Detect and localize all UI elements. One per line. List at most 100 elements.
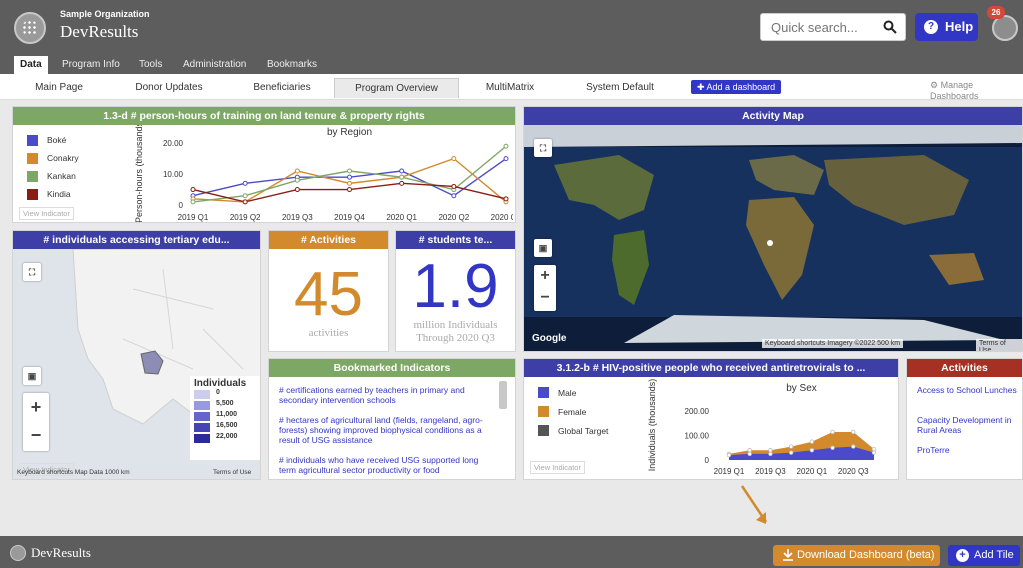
nav-tab-administration[interactable]: Administration bbox=[177, 56, 252, 74]
data-point[interactable] bbox=[294, 187, 300, 193]
scrollbar-thumb[interactable] bbox=[499, 381, 507, 409]
plus-icon: + bbox=[956, 549, 969, 562]
fullscreen-icon[interactable]: ⛶ bbox=[23, 263, 41, 281]
view-indicator-link[interactable]: View Indicator bbox=[530, 461, 585, 474]
bookmark-item[interactable]: # individuals who have received USG supp… bbox=[279, 455, 497, 475]
data-point[interactable] bbox=[399, 174, 405, 180]
dashboard-tab-system-default[interactable]: System Default bbox=[570, 78, 670, 98]
data-point[interactable] bbox=[242, 193, 248, 199]
world-map[interactable] bbox=[524, 125, 1023, 352]
add-dashboard-button[interactable]: ✚ Add a dashboard bbox=[691, 80, 782, 94]
dashboard-tab-multimatrix[interactable]: MultiMatrix bbox=[470, 78, 550, 98]
fullscreen-icon[interactable]: ⛶ bbox=[534, 139, 552, 157]
training-tile-title[interactable]: 1.3-d # person-hours of training on land… bbox=[13, 107, 515, 125]
nav-tab-tools[interactable]: Tools bbox=[133, 56, 168, 74]
data-point[interactable] bbox=[809, 439, 815, 444]
dashboard-tab-program-overview[interactable]: Program Overview bbox=[334, 78, 459, 98]
add-tile-button[interactable]: + Add Tile bbox=[948, 545, 1020, 566]
download-dashboard-button[interactable]: Download Dashboard (beta) bbox=[773, 545, 940, 566]
data-point[interactable] bbox=[768, 451, 773, 457]
data-point[interactable] bbox=[190, 199, 196, 205]
data-point[interactable] bbox=[747, 451, 752, 457]
activities-count-title[interactable]: # Activities bbox=[269, 231, 388, 249]
data-point[interactable] bbox=[242, 199, 248, 205]
map-legend-label: 22,000 bbox=[216, 433, 238, 440]
bookmark-item[interactable]: # certifications earned by teachers in p… bbox=[279, 385, 497, 405]
search-icon[interactable] bbox=[883, 20, 897, 34]
data-point[interactable] bbox=[347, 180, 352, 186]
data-point[interactable] bbox=[788, 444, 794, 449]
help-button[interactable]: ? Help bbox=[915, 13, 978, 41]
data-point[interactable] bbox=[851, 444, 856, 449]
legend-label-global-target[interactable]: Global Target bbox=[558, 426, 608, 436]
notification-badge[interactable]: 26 bbox=[987, 6, 1005, 19]
tertiary-tile-title[interactable]: # individuals accessing tertiary edu... bbox=[13, 231, 260, 249]
data-point[interactable] bbox=[503, 143, 509, 149]
activities-list-title[interactable]: Activities bbox=[907, 359, 1022, 377]
data-point[interactable] bbox=[347, 168, 352, 174]
zoom-in-icon[interactable]: + bbox=[534, 265, 556, 287]
students-title[interactable]: # students te... bbox=[396, 231, 515, 249]
data-point[interactable] bbox=[294, 177, 300, 183]
data-point[interactable] bbox=[871, 450, 877, 455]
training-tile: 1.3-d # person-hours of training on land… bbox=[12, 106, 516, 223]
terms-of-use-link[interactable]: Terms of Use bbox=[976, 339, 1022, 351]
dashboard-tab-donor-updates[interactable]: Donor Updates bbox=[114, 78, 224, 98]
data-point[interactable] bbox=[768, 448, 773, 453]
activity-marker[interactable] bbox=[767, 240, 773, 246]
legend-label-kindia[interactable]: Kindia bbox=[47, 189, 71, 199]
manage-dashboards-link[interactable]: ⚙ Manage Dashboards bbox=[930, 80, 1023, 101]
activity-link[interactable]: Capacity Development in Rural Areas bbox=[917, 415, 1022, 435]
nav-tab-data[interactable]: Data bbox=[14, 56, 48, 74]
data-point[interactable] bbox=[451, 183, 457, 189]
activities-count-caption: activities bbox=[308, 327, 349, 339]
data-point[interactable] bbox=[294, 168, 300, 174]
zoom-out-icon[interactable]: − bbox=[534, 287, 556, 309]
activity-link[interactable]: ProTerre bbox=[917, 445, 1022, 455]
data-point[interactable] bbox=[399, 168, 405, 174]
data-point[interactable] bbox=[830, 445, 835, 450]
zoom-control[interactable]: + − bbox=[23, 393, 49, 451]
data-point[interactable] bbox=[451, 156, 457, 162]
hiv-tile-title[interactable]: 3.1.2-b # HIV-positive people who receiv… bbox=[524, 359, 898, 377]
zoom-out-icon[interactable]: − bbox=[23, 421, 49, 449]
org-logo-icon[interactable] bbox=[14, 12, 46, 44]
data-point[interactable] bbox=[726, 452, 732, 458]
dashboard-tab-main-page[interactable]: Main Page bbox=[14, 78, 104, 98]
data-point[interactable] bbox=[242, 180, 248, 186]
quick-search[interactable] bbox=[760, 13, 906, 41]
data-point[interactable] bbox=[788, 450, 794, 455]
data-point[interactable] bbox=[347, 174, 352, 180]
data-point[interactable] bbox=[190, 187, 196, 193]
data-point[interactable] bbox=[871, 446, 877, 452]
search-input[interactable] bbox=[761, 14, 871, 40]
data-point[interactable] bbox=[503, 156, 509, 162]
legend-label-boke[interactable]: Boké bbox=[47, 135, 66, 145]
activity-link[interactable]: Access to School Lunches bbox=[917, 385, 1022, 395]
bookmarked-title[interactable]: Bookmarked Indicators bbox=[269, 359, 515, 377]
layers-icon[interactable]: ▣ bbox=[23, 367, 41, 385]
data-point[interactable] bbox=[503, 196, 509, 202]
dashboard-tab-beneficiaries[interactable]: Beneficiaries bbox=[232, 78, 332, 98]
zoom-control[interactable]: + − bbox=[534, 265, 556, 311]
legend-label-kankan[interactable]: Kankan bbox=[47, 171, 76, 181]
legend-label-male[interactable]: Male bbox=[558, 388, 576, 398]
data-point[interactable] bbox=[347, 187, 352, 193]
zoom-in-icon[interactable]: + bbox=[23, 393, 49, 421]
data-point[interactable] bbox=[399, 180, 405, 186]
nav-tab-program-info[interactable]: Program Info bbox=[56, 56, 126, 74]
terms-of-use-link[interactable]: Terms of Use bbox=[213, 469, 251, 476]
data-point[interactable] bbox=[747, 448, 752, 453]
activity-map-title[interactable]: Activity Map bbox=[524, 107, 1022, 125]
legend-label-conakry[interactable]: Conakry bbox=[47, 153, 79, 163]
legend-label-female[interactable]: Female bbox=[558, 407, 586, 417]
map-legend-label: 16,500 bbox=[216, 422, 238, 429]
nav-tab-bookmarks[interactable]: Bookmarks bbox=[261, 56, 323, 74]
data-point[interactable] bbox=[830, 429, 835, 435]
data-point[interactable] bbox=[451, 193, 457, 199]
bookmark-item[interactable]: # hectares of agricultural land (fields,… bbox=[279, 415, 497, 445]
layers-icon[interactable]: ▣ bbox=[534, 239, 552, 257]
data-point[interactable] bbox=[851, 429, 856, 435]
view-indicator-link[interactable]: View Indicator bbox=[19, 207, 74, 220]
data-point[interactable] bbox=[809, 448, 815, 453]
